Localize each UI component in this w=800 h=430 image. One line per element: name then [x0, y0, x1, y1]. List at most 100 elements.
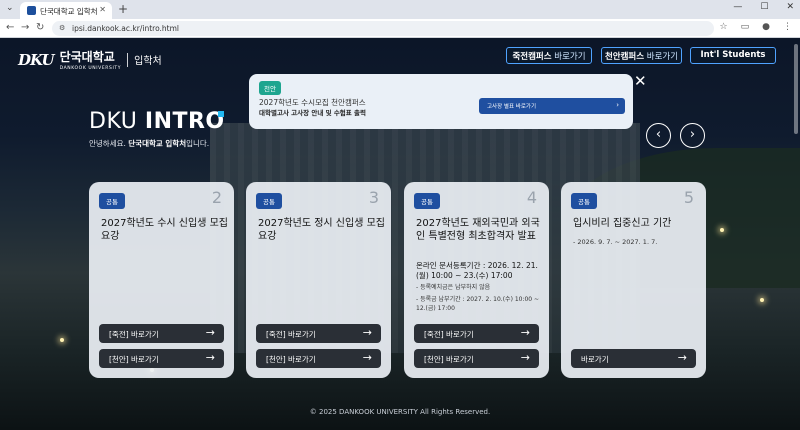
- url-text: ipsi.dankook.ac.kr/intro.html: [72, 24, 179, 33]
- menu-icon[interactable]: ⋮: [783, 22, 792, 32]
- intro-sub-a: 안녕하세요.: [89, 139, 129, 148]
- notice-popup: 천안 2027학년도 수시모집 천안캠퍼스 대학별고사 고사장 안내 및 수험표…: [249, 74, 633, 129]
- intl-label: Int'l Students: [700, 50, 766, 60]
- profile-icon[interactable]: ●: [762, 22, 770, 32]
- cheonan-campus-button[interactable]: 천안캠퍼스 바로가기: [601, 47, 682, 64]
- logo-mark: DKU: [18, 50, 55, 69]
- logo-divider: [127, 52, 129, 67]
- popup-close-icon[interactable]: ✕: [634, 72, 647, 90]
- intro-title: DKU INTRO: [89, 109, 225, 134]
- card-body-note: - 등록금 납부기간 : 2027. 2. 10.(수) 10:00 ~ 12.…: [416, 296, 540, 312]
- tab-close-icon[interactable]: ✕: [99, 5, 106, 14]
- card-jukjeon-button[interactable]: [죽전] 바로가기 →: [256, 324, 381, 343]
- site-info-icon[interactable]: ⚙: [59, 24, 65, 32]
- cheonan-label-a: 천안캠퍼스: [604, 52, 645, 62]
- sidepanel-icon[interactable]: ▭: [741, 22, 750, 32]
- card-title: 2027학년도 재외국민과 외국인 특별전형 최초합격자 발표: [416, 218, 540, 242]
- tab-title: 단국대학교 입학처: [40, 7, 98, 16]
- card-button-label: [천안] 바로가기: [109, 355, 159, 364]
- maximize-icon[interactable]: ☐: [760, 2, 768, 12]
- jukjeon-label-b: 바로가기: [551, 52, 586, 62]
- jukjeon-campus-button[interactable]: 죽전캠퍼스 바로가기: [506, 47, 592, 64]
- card-cheonan-button[interactable]: [천안] 바로가기 →: [414, 349, 539, 368]
- logo-admission: 입학처: [134, 56, 162, 67]
- card-goto-button[interactable]: 바로가기 →: [571, 349, 696, 368]
- url-field[interactable]: ⚙ ipsi.dankook.ac.kr/intro.html: [52, 21, 714, 36]
- card-title: 입시비리 집중신고 기간: [573, 218, 672, 229]
- slide-prev-button[interactable]: ‹: [646, 123, 671, 148]
- card-jeongsi: 공통 3 2027학년도 정시 신입생 모집요강 [죽전] 바로가기 → [천안]…: [246, 182, 391, 378]
- intro-subtitle: 안녕하세요. 단국대학교 입학처입니다.: [89, 138, 209, 149]
- new-tab-icon[interactable]: +: [118, 2, 128, 16]
- background-lamp: [720, 228, 724, 232]
- popup-exam-room-button[interactable]: 고사장 별표 바로가기 ›: [479, 98, 625, 114]
- popup-line2: 대학별고사 고사장 안내 및 수험표 출력: [259, 109, 366, 117]
- card-badge: 공통: [99, 193, 125, 209]
- card-button-label: 바로가기: [581, 355, 609, 364]
- card-body-main: - 2026. 9. 7. ~ 2027. 1. 7.: [573, 238, 658, 246]
- bookmark-star-icon[interactable]: ☆: [720, 22, 728, 32]
- card-report: 공통 5 입시비리 집중신고 기간 - 2026. 9. 7. ~ 2027. …: [561, 182, 706, 378]
- arrow-right-icon: →: [520, 351, 530, 364]
- card-badge: 공통: [414, 193, 440, 209]
- forward-icon[interactable]: →: [21, 22, 29, 33]
- intro-title-b: INTRO: [144, 109, 225, 134]
- card-number: 4: [526, 188, 537, 207]
- card-button-label: [천안] 바로가기: [424, 355, 474, 364]
- tab-list-icon[interactable]: ⌄: [6, 3, 14, 13]
- card-cheonan-button[interactable]: [천안] 바로가기 →: [256, 349, 381, 368]
- card-title: 2027학년도 정시 신입생 모집요강: [258, 218, 385, 242]
- card-button-label: [죽전] 바로가기: [266, 330, 316, 339]
- card-badge: 공통: [256, 193, 282, 209]
- popup-badge: 천안: [259, 81, 281, 95]
- background-lamp: [760, 298, 764, 302]
- card-cheonan-button[interactable]: [천안] 바로가기 →: [99, 349, 224, 368]
- back-icon[interactable]: ←: [6, 22, 14, 33]
- page-hero: DKU 단국대학교 DANKOOK UNIVERSITY 입학처 죽전캠퍼스 바…: [0, 38, 800, 430]
- arrow-right-icon: →: [677, 351, 687, 364]
- card-title: 2027학년도 수시 신입생 모집요강: [101, 218, 228, 242]
- favicon-icon: [27, 6, 36, 15]
- card-overseas: 공통 4 2027학년도 재외국민과 외국인 특별전형 최초합격자 발표 온라인…: [404, 182, 549, 378]
- arrow-right-icon: →: [362, 326, 372, 339]
- chevron-right-icon: ›: [616, 101, 619, 109]
- arrow-right-icon: →: [205, 351, 215, 364]
- intl-students-button[interactable]: Int'l Students: [690, 47, 776, 64]
- popup-button-label: 고사장 별표 바로가기: [487, 104, 537, 110]
- intro-title-a: DKU: [89, 109, 138, 134]
- logo-wordmark: 단국대학교 DANKOOK UNIVERSITY: [60, 48, 122, 71]
- page-scrollbar[interactable]: [794, 44, 798, 134]
- chevron-right-icon: ›: [689, 127, 696, 142]
- window-close-icon[interactable]: ✕: [786, 2, 794, 12]
- footer-copyright: © 2025 DANKOOK UNIVERSITY All Rights Res…: [309, 408, 491, 416]
- reload-icon[interactable]: ↻: [36, 22, 44, 33]
- background-lamp: [60, 338, 64, 342]
- card-number: 5: [683, 188, 694, 207]
- card-badge: 공통: [571, 193, 597, 209]
- browser-tab[interactable]: 단국대학교 입학처 ✕: [20, 2, 112, 19]
- card-button-label: [죽전] 바로가기: [424, 330, 474, 339]
- card-jukjeon-button[interactable]: [죽전] 바로가기 →: [99, 324, 224, 343]
- browser-tabbar: ⌄ 단국대학교 입학처 ✕ + — ☐ ✕: [0, 0, 800, 19]
- arrow-right-icon: →: [520, 326, 530, 339]
- card-number: 2: [211, 188, 222, 207]
- intro-sub-c: 입니다.: [186, 139, 210, 148]
- card-number: 3: [368, 188, 379, 207]
- arrow-right-icon: →: [205, 326, 215, 339]
- card-body-main: 온라인 문서등록기간 : 2026. 12. 21.(월) 10:00 ~ 23…: [416, 261, 538, 280]
- logo-english: DANKOOK UNIVERSITY: [59, 66, 122, 71]
- address-bar: ← → ↻ ⚙ ipsi.dankook.ac.kr/intro.html ☆ …: [0, 19, 800, 38]
- intro-accent-dot: [218, 111, 224, 117]
- chevron-left-icon: ‹: [655, 127, 662, 142]
- window-controls: — ☐ ✕: [733, 2, 794, 12]
- jukjeon-label-a: 죽전캠퍼스: [512, 52, 552, 62]
- arrow-right-icon: →: [362, 351, 372, 364]
- address-bar-actions: ☆ ▭ ● ⋮: [720, 22, 792, 32]
- cheonan-label-b: 바로가기: [644, 52, 679, 62]
- logo-korean: 단국대학교: [59, 50, 115, 64]
- card-jukjeon-button[interactable]: [죽전] 바로가기 →: [414, 324, 539, 343]
- dku-logo[interactable]: DKU 단국대학교 DANKOOK UNIVERSITY 입학처: [18, 48, 162, 71]
- minimize-icon[interactable]: —: [733, 2, 742, 12]
- slide-next-button[interactable]: ›: [680, 123, 705, 148]
- card-button-label: [죽전] 바로가기: [109, 330, 159, 339]
